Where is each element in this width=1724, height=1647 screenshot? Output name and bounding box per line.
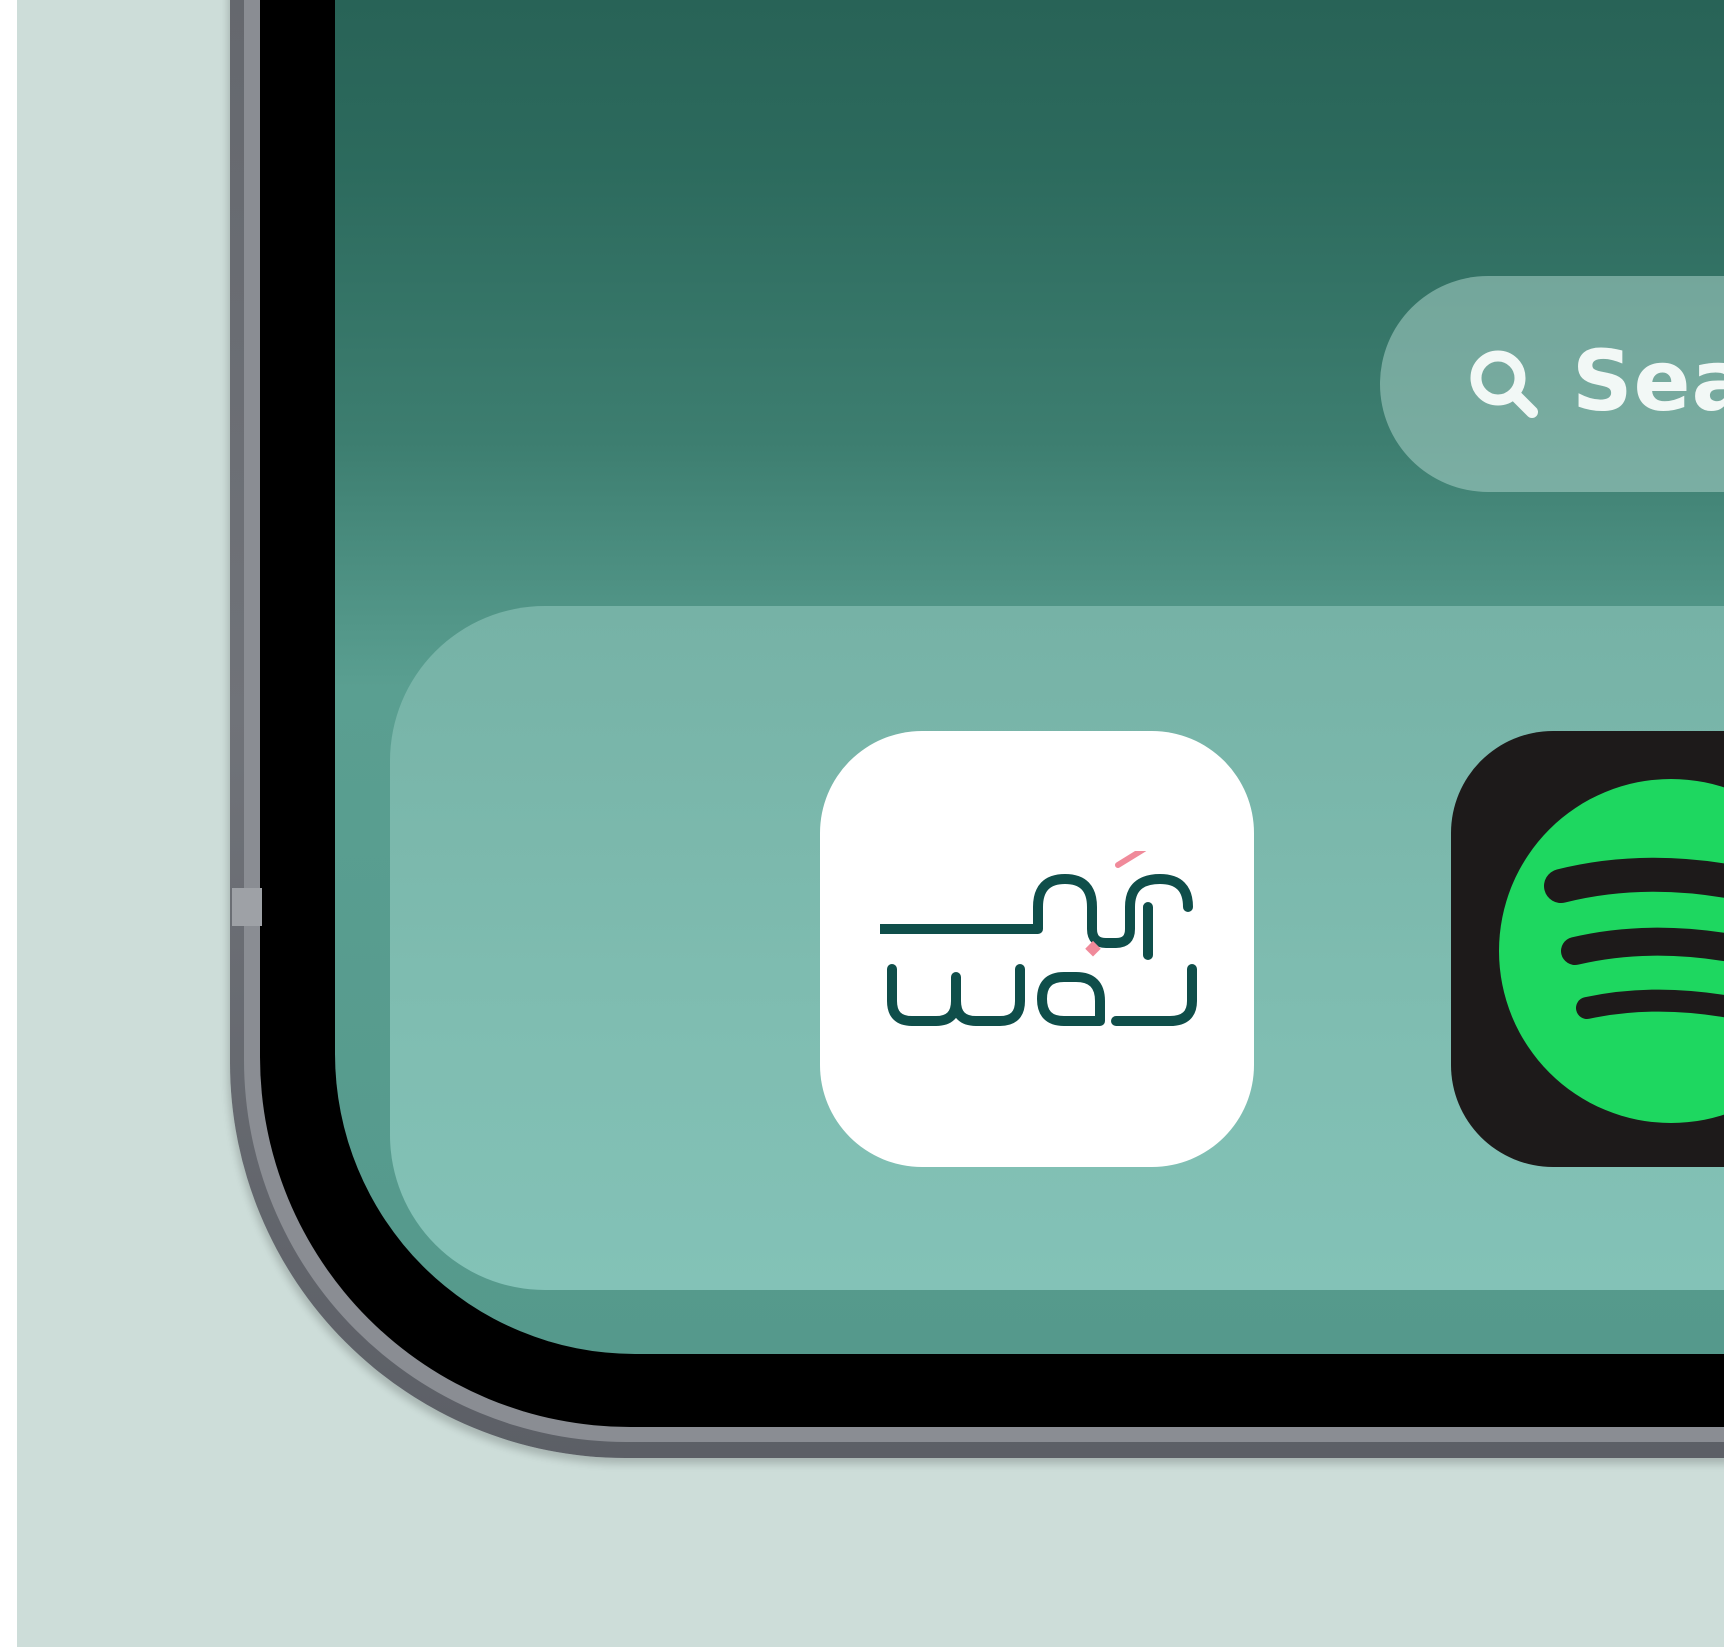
spotify-logo-icon bbox=[1499, 779, 1724, 1123]
app-icon-spotify[interactable] bbox=[1451, 731, 1724, 1167]
phone-side-button bbox=[232, 888, 262, 926]
app-icon-wajd[interactable]: wajd bbox=[820, 731, 1254, 1167]
search-pill-button[interactable]: Sea bbox=[1380, 276, 1724, 492]
wajd-logo-icon: wajd bbox=[880, 851, 1197, 1026]
search-label: Sea bbox=[1572, 332, 1724, 430]
search-icon bbox=[1470, 350, 1538, 418]
stage: Sea wajd bbox=[0, 0, 1724, 1647]
